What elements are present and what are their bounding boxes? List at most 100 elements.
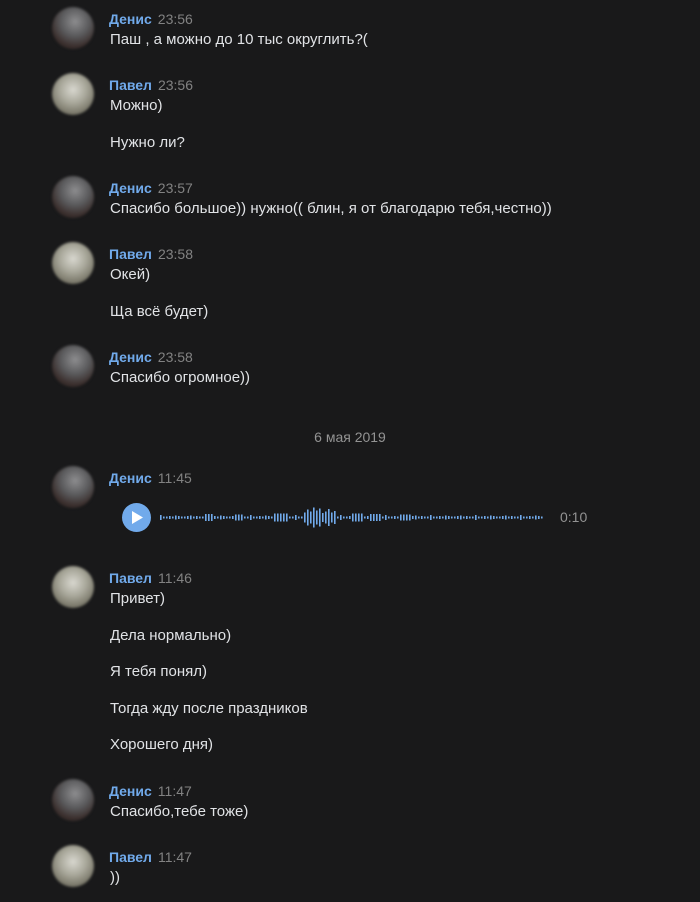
- message-header: Павел 11:46: [109, 570, 192, 586]
- waveform-bar: [283, 513, 285, 522]
- waveform-bar: [181, 516, 183, 519]
- waveform-bar: [301, 516, 303, 519]
- waveform-bar: [427, 516, 429, 519]
- waveform-bar: [277, 513, 279, 522]
- waveform-bar: [370, 514, 372, 521]
- waveform-bar: [412, 516, 414, 519]
- author-name[interactable]: Павел: [109, 849, 152, 865]
- waveform-bar: [469, 516, 471, 519]
- waveform-bar: [274, 513, 276, 522]
- waveform-bar: [457, 516, 459, 519]
- play-button[interactable]: [122, 503, 151, 532]
- avatar[interactable]: [52, 242, 94, 284]
- waveform-bar: [199, 516, 201, 519]
- avatar[interactable]: [52, 779, 94, 821]
- waveform-bar: [415, 515, 417, 520]
- message-time[interactable]: 23:57: [158, 180, 193, 196]
- message-time[interactable]: 23:58: [158, 349, 193, 365]
- message-header: Павел 23:56: [109, 77, 193, 93]
- waveform-bar: [325, 511, 327, 524]
- waveform-bar: [466, 516, 468, 519]
- message-time[interactable]: 23:58: [158, 246, 193, 262]
- avatar[interactable]: [52, 176, 94, 218]
- author-name[interactable]: Денис: [109, 470, 152, 486]
- waveform-bar: [493, 516, 495, 519]
- author-name[interactable]: Павел: [109, 246, 152, 262]
- author-name[interactable]: Денис: [109, 180, 152, 196]
- waveform-bar: [208, 514, 210, 521]
- avatar[interactable]: [52, 73, 94, 115]
- message-time[interactable]: 23:56: [158, 77, 193, 93]
- avatar[interactable]: [52, 345, 94, 387]
- message-time[interactable]: 11:47: [158, 849, 192, 865]
- waveform-bar: [307, 509, 309, 526]
- waveform-bar: [433, 516, 435, 519]
- waveform-bar: [334, 511, 336, 524]
- avatar[interactable]: [52, 566, 94, 608]
- waveform-bar: [319, 508, 321, 527]
- message-header: Денис 11:45: [109, 470, 192, 486]
- waveform-bar: [172, 516, 174, 519]
- message-text: Хорошего дня): [110, 736, 214, 753]
- waveform-bar: [361, 513, 363, 522]
- message-text: Нужно ли?: [110, 134, 185, 151]
- message-text: Паш , а можно до 10 тыс округлить?(: [110, 31, 368, 48]
- waveform-bar: [352, 513, 354, 522]
- waveform-bar: [382, 516, 384, 519]
- message-time[interactable]: 23:56: [158, 11, 193, 27]
- waveform-bar: [340, 515, 342, 520]
- waveform-bar: [499, 516, 501, 519]
- waveform-bar: [535, 515, 537, 520]
- waveform-bar: [190, 515, 192, 520]
- waveform-bar: [316, 510, 318, 525]
- waveform-bar: [298, 516, 300, 519]
- message-time[interactable]: 11:46: [158, 570, 192, 586]
- waveform-bar: [490, 515, 492, 520]
- author-name[interactable]: Денис: [109, 11, 152, 27]
- waveform-bar: [400, 514, 402, 521]
- avatar[interactable]: [52, 7, 94, 49]
- author-name[interactable]: Павел: [109, 77, 152, 93]
- author-name[interactable]: Павел: [109, 570, 152, 586]
- waveform-bar: [328, 509, 330, 526]
- waveform-bar: [391, 516, 393, 519]
- waveform-bar: [364, 516, 366, 519]
- message-header: Павел 23:58: [109, 246, 193, 262]
- message-time[interactable]: 11:47: [158, 783, 192, 799]
- message-text: Я тебя понял): [110, 663, 208, 680]
- waveform-bar: [331, 512, 333, 523]
- avatar[interactable]: [52, 466, 94, 508]
- message-time[interactable]: 11:45: [158, 470, 192, 486]
- waveform-bar: [247, 516, 249, 519]
- message-text: Спасибо большое)) нужно(( блин, я от бла…: [110, 200, 552, 217]
- author-name[interactable]: Денис: [109, 349, 152, 365]
- waveform-bar: [322, 513, 324, 522]
- waveform-bar: [193, 516, 195, 519]
- waveform-bar: [229, 516, 231, 519]
- waveform[interactable]: [160, 503, 550, 532]
- waveform-bar: [241, 514, 243, 521]
- waveform-bar: [265, 515, 267, 520]
- author-name[interactable]: Денис: [109, 783, 152, 799]
- waveform-bar: [505, 515, 507, 520]
- message-text: Окей): [110, 266, 151, 283]
- voice-duration: 0:10: [560, 509, 588, 525]
- waveform-bar: [379, 514, 381, 521]
- message-text: Спасибо,тебе тоже): [110, 803, 249, 820]
- message-header: Павел 11:47: [109, 849, 192, 865]
- avatar[interactable]: [52, 845, 94, 887]
- waveform-bar: [511, 516, 513, 519]
- waveform-bar: [271, 516, 273, 519]
- waveform-bar: [259, 516, 261, 519]
- waveform-bar: [166, 516, 168, 519]
- waveform-bar: [436, 516, 438, 519]
- waveform-bar: [211, 514, 213, 521]
- waveform-bar: [442, 516, 444, 519]
- message-text: )): [110, 869, 120, 886]
- waveform-bar: [526, 516, 528, 519]
- waveform-bar: [220, 515, 222, 520]
- waveform-bar: [484, 516, 486, 519]
- waveform-bar: [460, 515, 462, 520]
- waveform-bar: [160, 515, 162, 520]
- waveform-bar: [205, 514, 207, 521]
